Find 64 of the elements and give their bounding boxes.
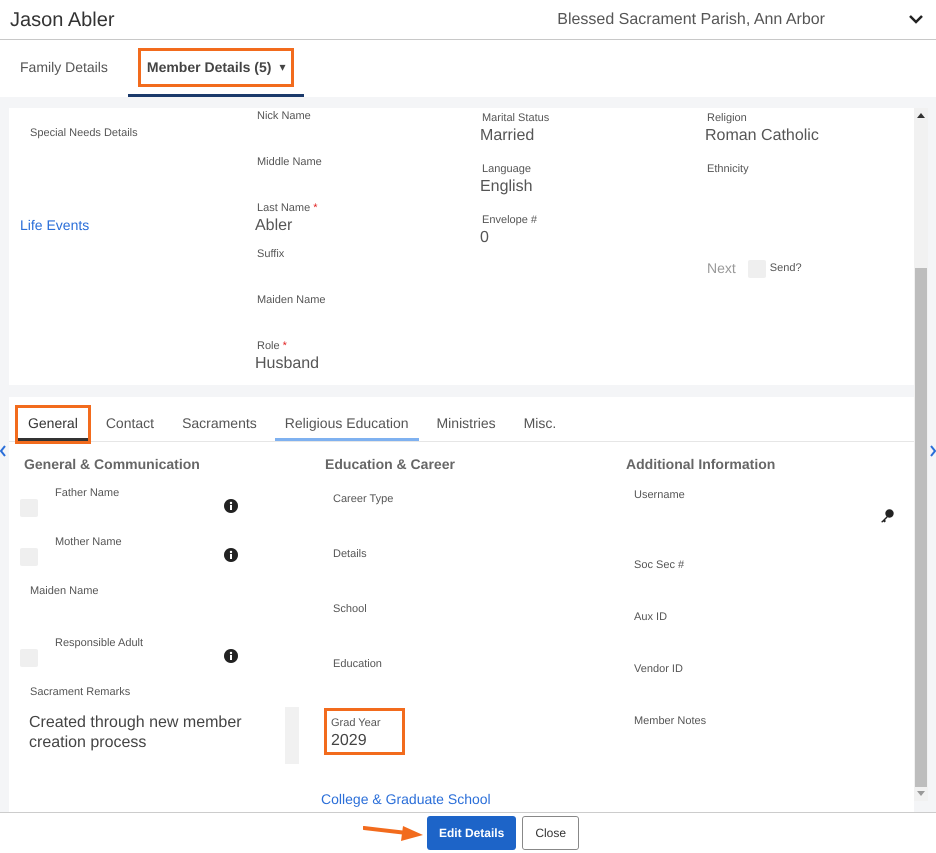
field-label: Middle Name [256, 155, 323, 170]
field-value: 0 [480, 228, 490, 247]
field-label: Role [257, 340, 280, 352]
field-value: English [480, 178, 534, 196]
field-label: Soc Sec # [634, 558, 686, 574]
field-label: Career Type [333, 492, 394, 508]
chevron-down-icon[interactable] [909, 15, 923, 24]
field-value: Married [480, 126, 536, 145]
info-icon[interactable] [224, 548, 238, 562]
section-tab[interactable]: General [18, 408, 88, 442]
close-button[interactable]: Close [522, 816, 580, 850]
field-label: Aux ID [634, 610, 668, 626]
required-mark: * [313, 202, 318, 214]
field-label: Username [634, 488, 686, 504]
field-label: Responsible Adult [55, 636, 144, 652]
required-mark: * [282, 340, 287, 352]
checkbox-label: Send? [770, 261, 802, 276]
field-label: Details [333, 547, 368, 562]
scrollbar[interactable] [914, 108, 928, 802]
dropdown-icon[interactable]: ▾ [279, 58, 286, 76]
tab[interactable]: Family Details [14, 50, 114, 84]
field-label: Maiden Name [256, 293, 326, 308]
field-label: Mother Name [55, 535, 123, 550]
field-value: Abler [255, 216, 294, 235]
field-label: Religion [706, 111, 748, 126]
info-icon[interactable] [224, 649, 238, 664]
field-label: Education [333, 657, 383, 672]
field-label: Father Name [55, 486, 120, 502]
field-label: Grad Year [331, 716, 382, 732]
section-tab[interactable]: Sacraments [172, 408, 267, 442]
field-value: 2029 [331, 732, 368, 750]
field-label: Nick Name [256, 109, 312, 124]
parish-name: Blessed Sacrament Parish, Ann Arbor [557, 10, 825, 30]
section-heading: Additional Information [626, 455, 776, 474]
field-label: Marital Status [481, 111, 550, 126]
member-name: Jason Abler [10, 8, 115, 33]
scroll-down-icon[interactable] [917, 791, 925, 798]
section-tab[interactable]: Misc. [514, 408, 566, 442]
next-label: Next [707, 259, 736, 278]
section-tab[interactable]: Religious Education [274, 408, 419, 442]
section-heading: Education & Career [325, 455, 456, 474]
section-tab[interactable]: Contact [96, 408, 164, 442]
field-label: Ethnicity [706, 162, 750, 178]
field-label: Special Needs Details [29, 126, 139, 142]
link[interactable]: Life Events [20, 215, 90, 236]
scroll-up-icon[interactable] [917, 112, 925, 118]
edit-button[interactable]: Edit Details [426, 816, 516, 850]
section-heading: General & Communication [24, 455, 201, 474]
field-label: Member Notes [634, 714, 708, 730]
field-label: Language [481, 162, 532, 178]
field-label: Sacrament Remarks [29, 685, 132, 700]
field-label: Suffix [256, 247, 286, 262]
field-label: Envelope # [481, 213, 538, 228]
info-icon[interactable] [224, 499, 238, 514]
section-tab[interactable]: Ministries [426, 408, 506, 442]
field-label: Vendor ID [634, 662, 684, 678]
field-label: School [333, 602, 368, 618]
field-value: Roman Catholic [705, 126, 820, 145]
field-label: Last Name [257, 202, 310, 214]
field-label: Maiden Name [30, 584, 100, 600]
field-value: Husband [255, 354, 320, 373]
tab[interactable]: Member Details (5) ▾ [140, 50, 292, 84]
remarks-field[interactable]: Created through new member creation process [24, 706, 299, 764]
link[interactable]: College & Graduate School [321, 791, 491, 808]
